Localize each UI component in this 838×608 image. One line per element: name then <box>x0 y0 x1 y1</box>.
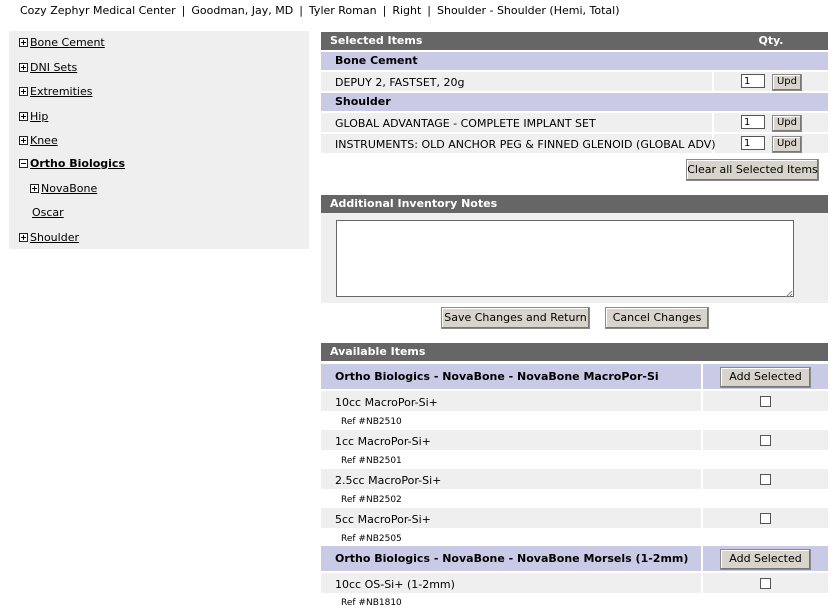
tree-item-label[interactable]: Extremities <box>30 85 92 98</box>
available-item-label: 10cc OS-Si+ (1-2mm) <box>335 578 455 591</box>
update-qty-button[interactable]: Upd <box>772 115 802 132</box>
available-group-morsels: Ortho Biologics - NovaBone - NovaBone Mo… <box>321 546 701 571</box>
tree-item-shoulder[interactable]: Shoulder <box>19 229 79 245</box>
available-items-header: Available Items <box>321 343 828 361</box>
expand-plus-icon[interactable] <box>19 37 28 47</box>
resize-grip-icon[interactable] <box>785 288 793 298</box>
update-qty-button[interactable]: Upd <box>772 136 802 153</box>
tree-item-label[interactable]: Hip <box>30 110 48 123</box>
breadcrumb-separator: | <box>382 4 387 17</box>
qty-header: Qty. <box>714 32 828 50</box>
available-item-label: 1cc MacroPor-Si+ <box>335 435 431 448</box>
available-item-label: 10cc MacroPor-Si+ <box>335 396 438 409</box>
selected-row-qty-cell <box>714 134 828 153</box>
tree-item-label[interactable]: DNI Sets <box>30 61 77 74</box>
collapse-minus-icon[interactable] <box>19 158 28 168</box>
breadcrumb-separator: | <box>427 4 431 17</box>
breadcrumb-surgeon: Goodman, Jay, MD <box>191 4 294 17</box>
item-ref: Ref #NB2510 <box>341 417 402 427</box>
tree-item-extremities[interactable]: Extremities <box>19 83 92 99</box>
item-ref: Ref #NB2502 <box>341 495 402 505</box>
selected-row-qty-cell <box>714 113 828 132</box>
qty-input[interactable]: 1 <box>741 115 765 129</box>
tree-item-label[interactable]: Knee <box>30 134 58 147</box>
item-checkbox[interactable] <box>760 578 771 589</box>
qty-input[interactable]: 1 <box>741 74 765 88</box>
selected-group-shoulder: Shoulder <box>321 93 828 111</box>
expand-plus-icon[interactable] <box>19 135 28 145</box>
expand-plus-icon[interactable] <box>19 232 28 242</box>
expand-plus-icon[interactable] <box>30 183 39 193</box>
tree-item-knee[interactable]: Knee <box>19 132 58 148</box>
available-item-label: 5cc MacroPor-Si+ <box>335 513 431 526</box>
add-selected-button[interactable]: Add Selected <box>720 367 811 388</box>
tree-item-label[interactable]: Ortho Biologics <box>30 157 125 170</box>
tree-item-label[interactable]: Bone Cement <box>30 36 105 49</box>
add-selected-button[interactable]: Add Selected <box>720 549 811 570</box>
breadcrumb-separator: | <box>299 4 303 17</box>
breadcrumb-patient: Tyler Roman <box>308 4 377 17</box>
breadcrumb-procedure: Shoulder - Shoulder (Hemi, Total) <box>437 4 620 17</box>
tree-item-oscar[interactable]: Oscar <box>32 204 64 220</box>
item-checkbox[interactable] <box>760 513 771 524</box>
save-changes-button[interactable]: Save Changes and Return <box>441 307 590 329</box>
tree-item-ortho-biologics[interactable]: Ortho Biologics <box>19 155 125 171</box>
item-ref: Ref #NB1810 <box>341 598 402 608</box>
tree-item-label[interactable]: Oscar <box>32 206 64 219</box>
update-qty-button[interactable]: Upd <box>772 74 802 91</box>
tree-item-dni-sets[interactable]: DNI Sets <box>19 59 77 75</box>
expand-plus-icon[interactable] <box>19 62 28 72</box>
tree-item-label[interactable]: Shoulder <box>30 231 79 244</box>
selected-item-label: DEPUY 2, FASTSET, 20g <box>335 76 465 89</box>
cancel-changes-button[interactable]: Cancel Changes <box>605 307 709 329</box>
qty-input[interactable]: 1 <box>741 136 765 150</box>
inventory-notes-header: Additional Inventory Notes <box>321 195 828 213</box>
inventory-notes-textarea[interactable] <box>336 220 794 297</box>
breadcrumb-facility: Cozy Zephyr Medical Center <box>20 4 176 17</box>
breadcrumb-side: Right <box>392 4 422 17</box>
item-ref: Ref #NB2505 <box>341 534 402 544</box>
available-item-label: 2.5cc MacroPor-Si+ <box>335 474 442 487</box>
item-checkbox[interactable] <box>760 474 771 485</box>
selected-items-header: Selected Items <box>321 32 721 50</box>
expand-plus-icon[interactable] <box>19 111 28 121</box>
tree-item-novabone[interactable]: NovaBone <box>30 180 97 196</box>
tree-item-hip[interactable]: Hip <box>19 108 48 124</box>
category-tree: Bone Cement DNI Sets Extremities Hip Kne… <box>9 31 309 249</box>
clear-all-selected-button[interactable]: Clear all Selected Items <box>686 159 819 181</box>
tree-item-bone-cement[interactable]: Bone Cement <box>19 34 105 50</box>
selected-row-qty-cell <box>714 72 828 91</box>
selected-item-label: INSTRUMENTS: OLD ANCHOR PEG & FINNED GLE… <box>335 138 716 151</box>
item-ref: Ref #NB2501 <box>341 456 402 466</box>
item-checkbox[interactable] <box>760 435 771 446</box>
selected-group-bone-cement: Bone Cement <box>321 52 828 70</box>
selected-item-label: GLOBAL ADVANTAGE - COMPLETE IMPLANT SET <box>335 117 596 130</box>
tree-item-label[interactable]: NovaBone <box>41 182 97 195</box>
expand-plus-icon[interactable] <box>19 86 28 96</box>
item-checkbox[interactable] <box>760 396 771 407</box>
breadcrumb: Cozy Zephyr Medical Center | Goodman, Jay,… <box>20 4 620 17</box>
available-group-macropor: Ortho Biologics - NovaBone - NovaBone Ma… <box>321 364 701 389</box>
breadcrumb-separator: | <box>181 4 186 17</box>
